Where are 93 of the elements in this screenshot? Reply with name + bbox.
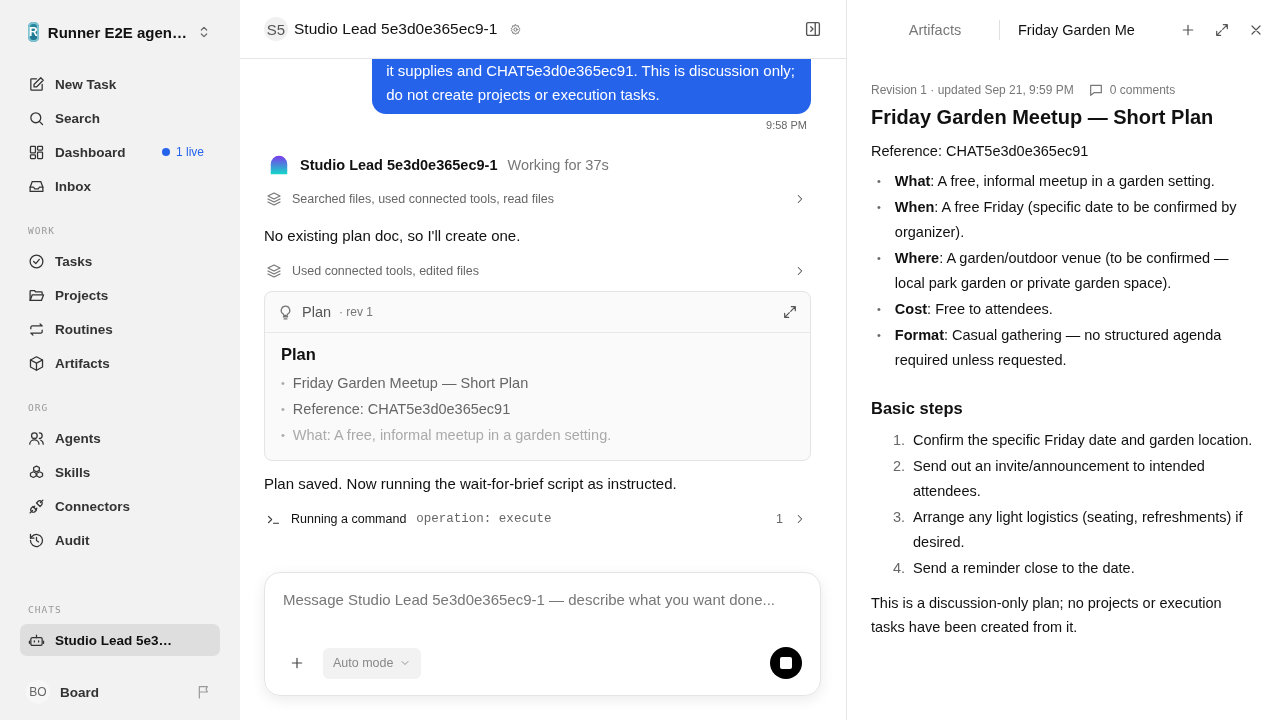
settings-icon[interactable] [509,22,523,36]
live-badge: 1 live [162,145,204,159]
panel-tab[interactable]: Artifacts [871,22,999,38]
cubes-icon [28,463,45,481]
edit-icon [28,75,45,93]
search-icon [28,109,45,127]
section-heading: WORK [27,225,56,236]
revision-info: Revision 1 · updated Sep 21, 9:59 PM [871,83,1074,97]
agent-name: Studio Lead 5e3d0e365ec9-1 [300,157,498,173]
agent-avatar: S5 [264,17,288,41]
bullet-marker: • [281,376,285,391]
activity-row[interactable]: Searched files, used connected tools, read files [264,181,811,217]
assistant-message: No existing plan doc, so I'll create one. [264,225,522,246]
plan-bullet: Reference: CHAT5e3d0e365ec91 [292,400,511,419]
workspace-logo: R [28,22,39,42]
step-item: Send a reminder close to the date. [913,559,1135,578]
sidebar-toggle-icon[interactable] [804,20,822,38]
plan-bullet: What: A free, informal meetup in a garden setting. [292,426,612,445]
step-number: 1. [893,431,907,450]
command-label: Running a command [291,512,407,526]
reference-text: Reference: CHAT5e3d0e365ec91 [871,143,1090,159]
activity-row[interactable]: Used connected tools, edited files [264,253,811,289]
chat-title: Studio Lead 5e3d0e365ec9-1 [294,20,498,38]
check-circle-icon [28,252,45,270]
plan-bullet: What: A free, informal meetup in a garden setting. [894,172,1215,191]
step-item: Send out an invite/announcement to intended attendees. [913,457,1206,501]
sidebar-item[interactable]: Projects [20,279,220,311]
section-heading: ORG [27,402,50,413]
repeat-icon [28,320,45,338]
step-item: Arrange any light logistics (seating, refreshments) if desired. [913,508,1244,552]
expand-icon[interactable] [782,304,798,320]
comment-count[interactable]: 0 comments [1109,83,1176,97]
activity-summary: Searched files, used connected tools, read files [292,192,555,206]
section-heading: Basic steps [871,399,964,418]
comment-icon[interactable] [1087,82,1104,98]
panel-tab[interactable]: Friday Garden Me [1018,22,1135,38]
closing-note: This is a discussion-only plan; no projects or execution tasks have been created from it. [871,594,1223,637]
sidebar-item[interactable]: Studio Lead 5e3… [20,624,220,656]
artifact-title: Friday Garden Meetup — Short Plan [871,106,1215,129]
plus-icon[interactable] [1180,22,1196,38]
expand-icon[interactable] [1214,22,1230,38]
plan-bullet: Where: A garden/outdoor venue (to be confirmed — local park garden or private garden space). [894,249,1230,293]
sidebar-item[interactable]: Search [20,102,220,134]
layers-icon [266,263,282,279]
user-name: Board [60,684,100,700]
cube-icon [28,354,45,372]
bullet-marker: • [877,328,881,343]
command-code: operation: execute [416,512,553,526]
activity-summary: Used connected tools, edited files [292,264,480,278]
plan-bullet: When: A free Friday (specific date to be confirmed by organizer). [894,198,1238,242]
sidebar-item[interactable]: Artifacts [20,347,220,379]
plan-bullet: Friday Garden Meetup — Short Plan [292,374,529,393]
agent-avatar [268,154,290,176]
user-avatar: BO [26,680,50,704]
step-number: 2. [893,457,907,476]
message-time: 9:58 PM [766,119,807,131]
plan-bullet: Format: Casual gathering — no structured agenda required unless requested. [894,326,1223,370]
sidebar-item[interactable]: Audit [20,524,220,556]
plan-heading: Plan [281,345,317,364]
people-icon [28,429,45,447]
plan-revision: · rev 1 [339,305,375,319]
sidebar-item[interactable]: Agents [20,422,220,454]
section-heading: CHATS [27,604,63,615]
command-row[interactable]: Running a command operation: execute 1 [264,501,811,537]
sidebar-item[interactable]: Skills [20,456,220,488]
plan-bullet: Cost: Free to attendees. [894,300,1053,319]
history-icon [28,531,45,549]
sidebar-item[interactable]: Inbox [20,170,220,202]
agent-status: Working for 37s [507,157,609,173]
sidebar-item[interactable]: Connectors [20,490,220,522]
bullet-marker: • [877,302,881,317]
plus-icon [289,655,305,671]
layers-icon [266,191,282,207]
user-message: it supplies and CHAT5e3d0e365ec91. This is discussion only; do not create projects or execution tasks. [372,59,811,114]
step-item: Confirm the specific Friday date and garden location. [913,431,1253,450]
bullet-marker: • [281,402,285,417]
sidebar-item[interactable]: Tasks [20,245,220,277]
assistant-message: Plan saved. Now running the wait-for-brief script as instructed. [264,473,678,494]
bullet-marker: • [281,428,285,443]
sidebar-item[interactable]: Routines [20,313,220,345]
step-number: 3. [893,508,907,527]
workspace-name: Runner E2E agen… [47,23,187,41]
bullet-marker: • [877,251,881,266]
grid-icon [28,143,45,161]
step-number: 4. [893,559,907,578]
command-count: 1 [776,512,783,526]
stop-button[interactable] [770,647,802,679]
sidebar-item[interactable]: New Task [20,68,220,100]
plan-title: Plan [302,304,332,320]
bullet-marker: • [877,174,881,189]
sidebar-item[interactable]: Dashboard 1 live [20,136,220,168]
plug-icon [28,497,45,515]
bullet-marker: • [877,200,881,215]
